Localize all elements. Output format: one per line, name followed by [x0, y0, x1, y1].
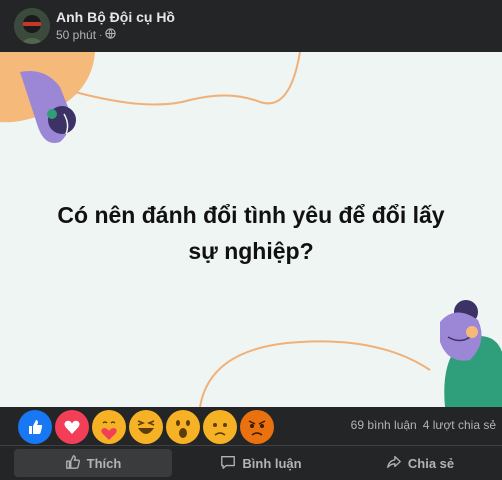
question-line-2: sự nghiệp?	[188, 238, 314, 264]
share-button[interactable]: Chia sẻ	[350, 449, 490, 477]
wow-reaction-icon[interactable]	[166, 410, 200, 444]
angry-reaction-icon[interactable]	[240, 410, 274, 444]
love-reaction-icon[interactable]	[55, 410, 89, 444]
comment-button[interactable]: Bình luận	[182, 449, 340, 477]
share-label: Chia sẻ	[407, 455, 455, 471]
thumbs-up-icon	[65, 454, 81, 473]
post-time[interactable]: 50 phút	[56, 28, 96, 42]
comment-label: Bình luận	[242, 455, 302, 471]
post-actions: Thích Bình luận Chia sẻ	[0, 445, 502, 480]
like-reaction-icon[interactable]	[18, 410, 52, 444]
post-meta: 50 phút ·	[56, 28, 117, 42]
comment-count[interactable]: 69 bình luận	[351, 418, 417, 432]
sad-reaction-icon[interactable]	[203, 410, 237, 444]
avatar[interactable]	[14, 8, 50, 44]
like-label: Thích	[86, 455, 122, 471]
question-line-1: Có nên đánh đổi tình yêu để đổi lấy	[57, 202, 445, 228]
author-name[interactable]: Anh Bộ Đội cụ Hồ	[56, 9, 175, 25]
reactions-bar: 69 bình luận 4 lượt chia sẻ	[0, 407, 502, 445]
post-header: Anh Bộ Đội cụ Hồ 50 phút ·	[0, 0, 502, 52]
haha-reaction-icon[interactable]	[129, 410, 163, 444]
care-reaction-icon[interactable]	[92, 410, 126, 444]
globe-icon	[105, 28, 117, 42]
comment-icon	[220, 454, 236, 473]
post-question: Có nên đánh đổi tình yêu để đổi lấy sự n…	[0, 197, 502, 269]
reaction-picker	[18, 410, 274, 444]
meta-separator: ·	[99, 29, 103, 41]
post-image[interactable]: Có nên đánh đổi tình yêu để đổi lấy sự n…	[0, 52, 502, 407]
like-button[interactable]: Thích	[14, 449, 172, 477]
share-count[interactable]: 4 lượt chia sẻ	[423, 418, 496, 432]
post-stats: 69 bình luận 4 lượt chia sẻ	[351, 418, 496, 432]
share-icon	[386, 454, 402, 473]
